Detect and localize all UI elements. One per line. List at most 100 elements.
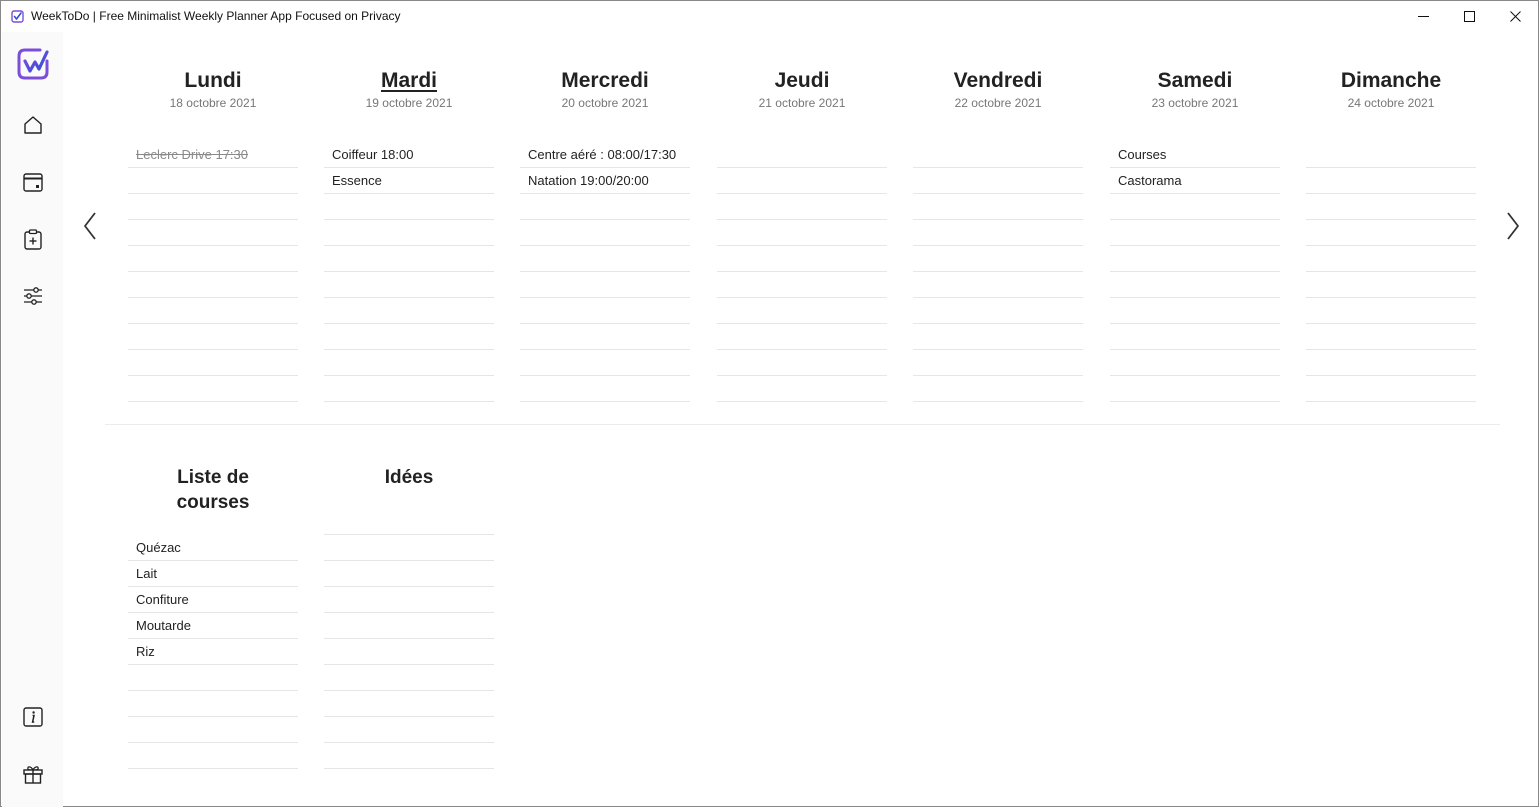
- empty-task-slot[interactable]: [1110, 324, 1280, 350]
- empty-task-slot[interactable]: [324, 509, 494, 535]
- empty-task-slot[interactable]: [913, 220, 1083, 246]
- empty-task-slot[interactable]: [520, 298, 690, 324]
- empty-task-slot[interactable]: [717, 350, 887, 376]
- empty-task-slot[interactable]: [324, 561, 494, 587]
- empty-task-slot[interactable]: [1110, 194, 1280, 220]
- empty-task-slot[interactable]: [1306, 220, 1476, 246]
- empty-task-slot[interactable]: [717, 324, 887, 350]
- empty-task-slot[interactable]: [128, 743, 298, 769]
- empty-task-slot[interactable]: [324, 246, 494, 272]
- empty-task-slot[interactable]: [913, 194, 1083, 220]
- empty-task-slot[interactable]: [913, 324, 1083, 350]
- next-week-button[interactable]: [1502, 209, 1524, 243]
- empty-task-slot[interactable]: [520, 246, 690, 272]
- empty-task-slot[interactable]: [1306, 194, 1476, 220]
- empty-task-slot[interactable]: [128, 168, 298, 194]
- task-item[interactable]: Courses: [1110, 142, 1280, 168]
- task-item[interactable]: Essence: [324, 168, 494, 194]
- empty-task-slot[interactable]: [128, 220, 298, 246]
- weektodo-logo-icon[interactable]: [16, 47, 50, 81]
- empty-task-slot[interactable]: [913, 350, 1083, 376]
- empty-task-slot[interactable]: [717, 168, 887, 194]
- empty-task-slot[interactable]: [1110, 272, 1280, 298]
- empty-task-slot[interactable]: [520, 272, 690, 298]
- empty-task-slot[interactable]: [324, 324, 494, 350]
- empty-task-slot[interactable]: [520, 220, 690, 246]
- empty-task-slot[interactable]: [520, 194, 690, 220]
- empty-task-slot[interactable]: [913, 246, 1083, 272]
- empty-task-slot[interactable]: [128, 246, 298, 272]
- empty-task-slot[interactable]: [128, 376, 298, 402]
- empty-task-slot[interactable]: [324, 350, 494, 376]
- empty-task-slot[interactable]: [1306, 324, 1476, 350]
- task-item[interactable]: Moutarde: [128, 613, 298, 639]
- empty-task-slot[interactable]: [128, 272, 298, 298]
- empty-task-slot[interactable]: [1306, 376, 1476, 402]
- empty-task-slot[interactable]: [717, 272, 887, 298]
- empty-task-slot[interactable]: [1306, 168, 1476, 194]
- empty-task-slot[interactable]: [128, 350, 298, 376]
- task-item[interactable]: Natation 19:00/20:00: [520, 168, 690, 194]
- empty-task-slot[interactable]: [324, 639, 494, 665]
- custom-list-title[interactable]: Liste de courses: [128, 465, 298, 515]
- empty-task-slot[interactable]: [324, 587, 494, 613]
- maximize-button[interactable]: [1446, 1, 1492, 32]
- task-item[interactable]: Quézac: [128, 535, 298, 561]
- calendar-button[interactable]: [20, 169, 46, 195]
- empty-task-slot[interactable]: [324, 665, 494, 691]
- minimize-button[interactable]: [1400, 1, 1446, 32]
- task-item[interactable]: Confiture: [128, 587, 298, 613]
- empty-task-slot[interactable]: [1110, 298, 1280, 324]
- empty-task-slot[interactable]: [1306, 246, 1476, 272]
- empty-task-slot[interactable]: [913, 142, 1083, 168]
- empty-task-slot[interactable]: [324, 220, 494, 246]
- custom-list-title[interactable]: Idées: [324, 465, 494, 490]
- empty-task-slot[interactable]: [324, 613, 494, 639]
- empty-task-slot[interactable]: [520, 376, 690, 402]
- empty-task-slot[interactable]: [717, 142, 887, 168]
- empty-task-slot[interactable]: [717, 298, 887, 324]
- empty-task-slot[interactable]: [324, 717, 494, 743]
- empty-task-slot[interactable]: [128, 298, 298, 324]
- empty-task-slot[interactable]: [1110, 376, 1280, 402]
- empty-task-slot[interactable]: [1306, 350, 1476, 376]
- empty-task-slot[interactable]: [324, 691, 494, 717]
- empty-task-slot[interactable]: [1306, 272, 1476, 298]
- empty-task-slot[interactable]: [913, 168, 1083, 194]
- task-item[interactable]: Centre aéré : 08:00/17:30: [520, 142, 690, 168]
- empty-task-slot[interactable]: [128, 324, 298, 350]
- task-item[interactable]: Castorama: [1110, 168, 1280, 194]
- task-item[interactable]: Leclerc Drive 17:30: [128, 142, 298, 168]
- gift-button[interactable]: [20, 761, 46, 787]
- close-button[interactable]: [1492, 1, 1538, 32]
- custom-list-add-button[interactable]: [20, 226, 46, 252]
- empty-task-slot[interactable]: [1110, 350, 1280, 376]
- empty-task-slot[interactable]: [128, 665, 298, 691]
- empty-task-slot[interactable]: [717, 246, 887, 272]
- empty-task-slot[interactable]: [520, 324, 690, 350]
- empty-task-slot[interactable]: [324, 298, 494, 324]
- settings-button[interactable]: [20, 283, 46, 309]
- info-button[interactable]: [20, 704, 46, 730]
- empty-task-slot[interactable]: [324, 376, 494, 402]
- empty-task-slot[interactable]: [324, 743, 494, 769]
- empty-task-slot[interactable]: [1110, 220, 1280, 246]
- previous-week-button[interactable]: [79, 209, 101, 243]
- empty-task-slot[interactable]: [128, 717, 298, 743]
- task-item[interactable]: Riz: [128, 639, 298, 665]
- empty-task-slot[interactable]: [913, 376, 1083, 402]
- empty-task-slot[interactable]: [717, 220, 887, 246]
- task-item[interactable]: Lait: [128, 561, 298, 587]
- home-button[interactable]: [20, 112, 46, 138]
- empty-task-slot[interactable]: [1306, 142, 1476, 168]
- empty-task-slot[interactable]: [520, 350, 690, 376]
- task-item[interactable]: Coiffeur 18:00: [324, 142, 494, 168]
- empty-task-slot[interactable]: [1110, 246, 1280, 272]
- empty-task-slot[interactable]: [717, 194, 887, 220]
- empty-task-slot[interactable]: [324, 272, 494, 298]
- empty-task-slot[interactable]: [913, 272, 1083, 298]
- empty-task-slot[interactable]: [913, 298, 1083, 324]
- empty-task-slot[interactable]: [128, 194, 298, 220]
- empty-task-slot[interactable]: [717, 376, 887, 402]
- empty-task-slot[interactable]: [324, 194, 494, 220]
